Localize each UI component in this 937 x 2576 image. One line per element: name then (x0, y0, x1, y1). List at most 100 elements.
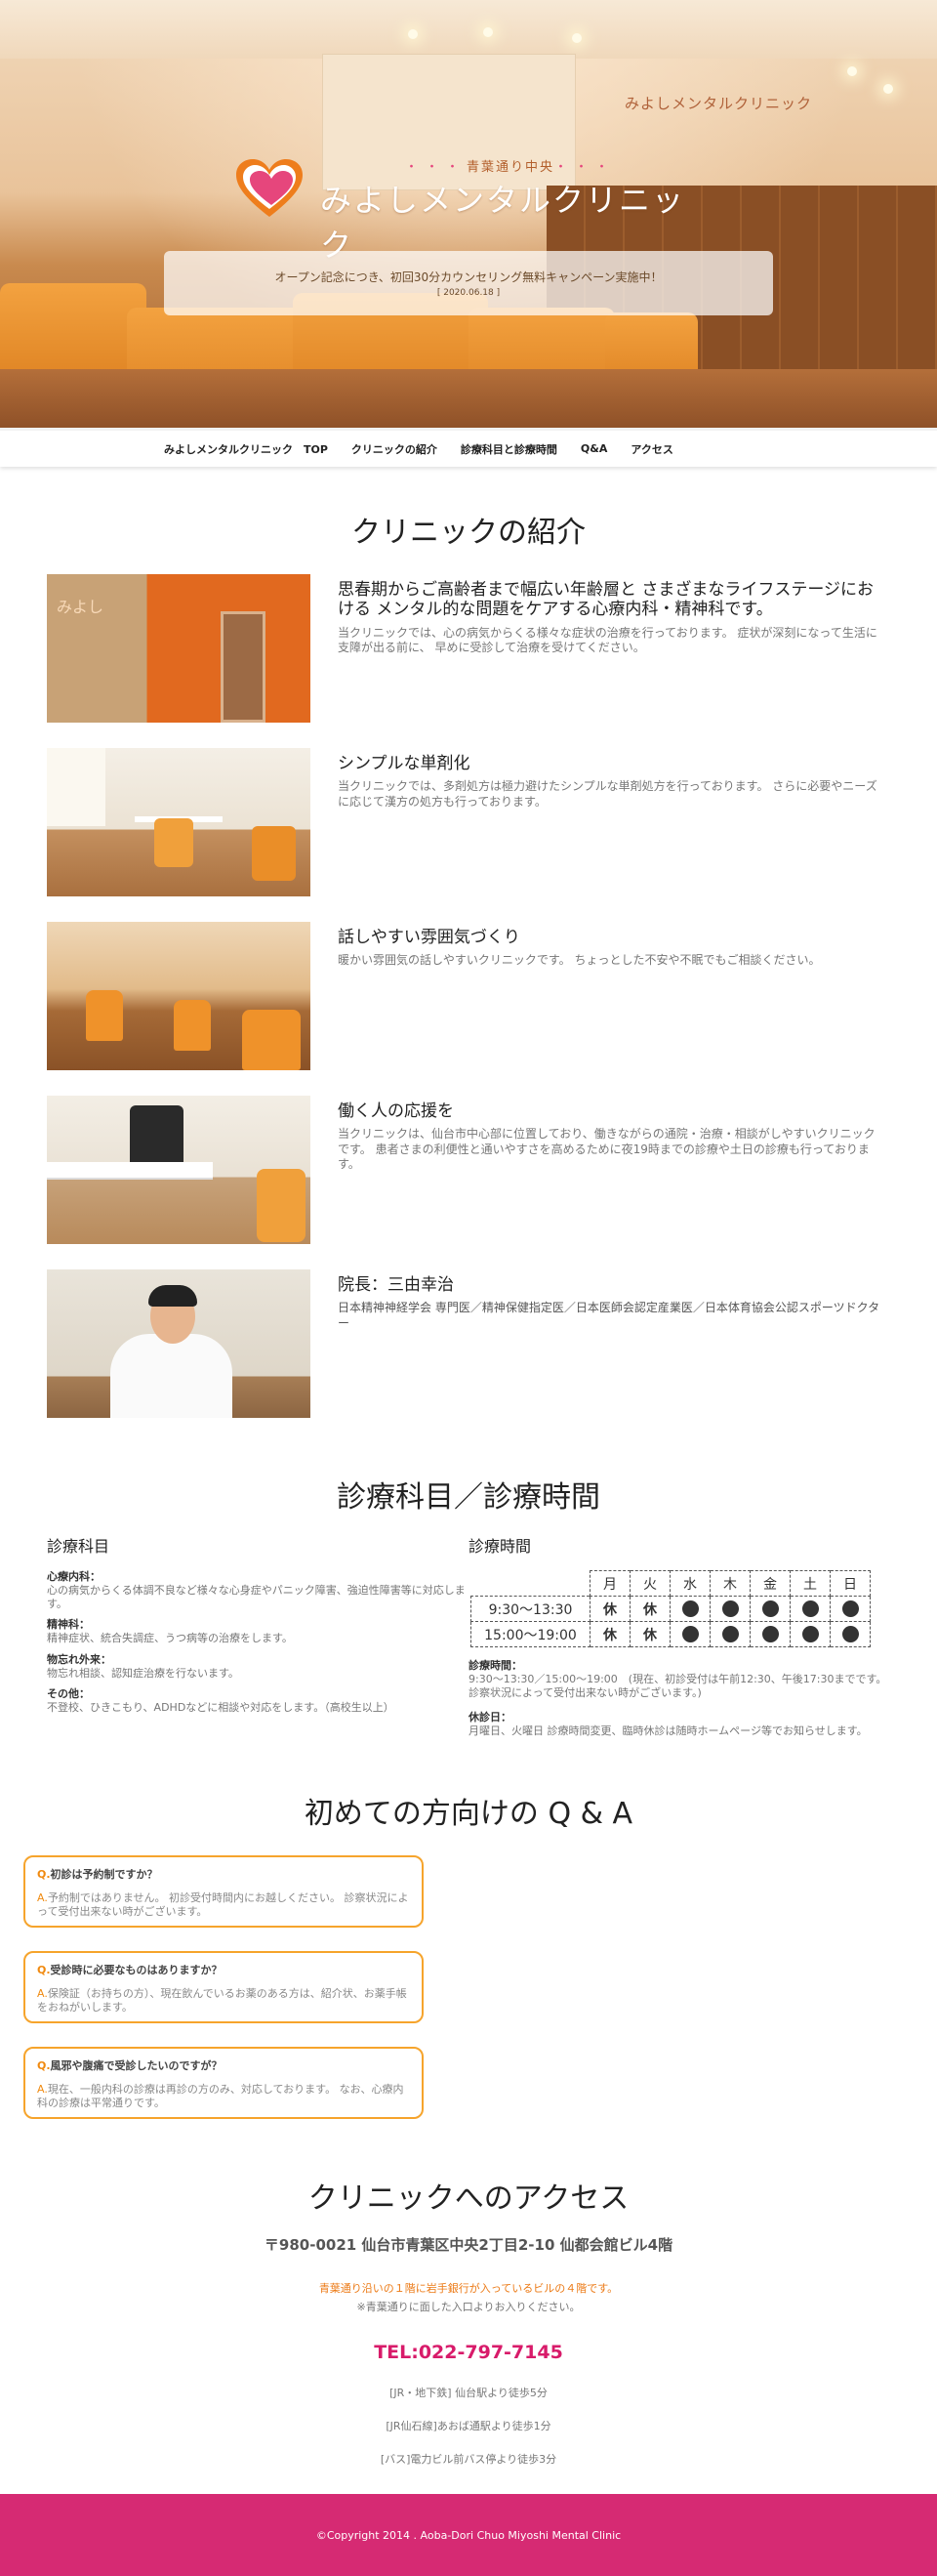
intro-row: 院長：三由幸治 日本精神神経学会 専門医／精神保健指定医／日本医師会認定産業医／… (47, 1269, 937, 1443)
clinic-logo[interactable]: ・・・青葉通り中央・・・ みよしメンタルクリニック (234, 156, 713, 264)
hours-row: 15:00〜19:00 休休 (470, 1621, 871, 1647)
hours-note: 診療時間： 9:30〜13:30／15:00〜19:00 (現在、初診受付は午前1… (468, 1659, 887, 1699)
slot-time: 9:30〜13:30 (470, 1596, 591, 1622)
ceiling-lamp (847, 66, 857, 76)
qa-card: Q.風邪や腹痛で受診したいのですが？ A.現在、一般内科の診療は再診の方のみ、対… (23, 2046, 424, 2119)
reception-photo: みよし (47, 574, 310, 723)
wall-sign: みよしメンタルクリニック (625, 93, 878, 151)
day-header: 火 (630, 1570, 671, 1597)
entrance-note: ※青葉通りに面した入口よりお入りください。 (356, 2300, 581, 2313)
logo-subtitle: ・・・青葉通り中央・・・ (404, 160, 617, 175)
closed-mark: 休 (590, 1621, 631, 1647)
intro-row: 話しやすい雰囲気づくり 暖かい雰囲気の話しやすいクリニックです。 ちょっとした不… (47, 922, 937, 1096)
department-item: その他： 不登校、ひきこもり、ADHDなどに相談や対応をします。（高校生以上） (47, 1687, 394, 1714)
open-dot-icon (681, 1626, 699, 1642)
director-photo (47, 1269, 310, 1418)
director-name: 院長：三由幸治 (338, 1275, 454, 1295)
qa-title: 初めての方向けの Q & A (304, 1796, 633, 1831)
departments-heading: 診療科目 (47, 1537, 110, 1556)
nav-qa[interactable]: Q&A (581, 442, 607, 455)
qa-question: 受診時に必要なものはありますか？ (50, 1963, 223, 1976)
access-section: クリニックへのアクセス 〒980-0021 仙台市青葉区中央2丁目2-10 仙都… (0, 2142, 937, 2467)
open-mark (670, 1596, 711, 1622)
open-dot-icon (721, 1626, 739, 1642)
copyright-text: ©Copyright 2014 . Aoba-Dori Chuo Miyoshi… (315, 2528, 622, 2542)
intro-section: クリニックの紹介 みよし 思春期からご高齢者まで幅広い年齢層と さまざまなライフ… (0, 467, 937, 1443)
qa-question: 風邪や腹痛で受診したいのですが？ (50, 2058, 223, 2072)
ceiling-lamp (483, 27, 493, 37)
intro-row-heading: 思春期からご高齢者まで幅広い年齢層と さまざまなライフステージにおける メンタル… (338, 580, 875, 620)
route-item: [バス]電力ビル前バス停より徒歩3分 (380, 2452, 557, 2466)
open-dot-icon (761, 1626, 779, 1642)
open-dot-icon (841, 1600, 859, 1617)
open-mark (830, 1621, 871, 1647)
campaign-notice-text: オープン記念につき、初回30分カウンセリング無料キャンペーン実施中！ (274, 270, 663, 284)
director-credentials: 日本精神神経学会 専門医／精神保健指定医／日本医師会認定産業医／日本体育協会公認… (338, 1301, 880, 1330)
hours-header-row: 月 火 水 木 金 土 日 (471, 1570, 871, 1597)
closed-mark: 休 (630, 1621, 671, 1647)
heart-logo-icon (236, 159, 303, 217)
intro-title: クリニックの紹介 (351, 516, 586, 550)
department-item: 精神科： 精神症状、統合失調症、うつ病等の治療をします。 (47, 1618, 293, 1644)
schedule-title: 診療科目／診療時間 (337, 1480, 600, 1515)
day-header: 木 (710, 1570, 751, 1597)
building-note: 青葉通り沿いの１階に岩手銀行が入っているビルの４階です。 (318, 2281, 619, 2295)
intro-row: みよし 思春期からご高齢者まで幅広い年齢層と さまざまなライフステージにおける … (47, 574, 937, 748)
nav-intro[interactable]: クリニックの紹介 (351, 441, 437, 457)
campaign-notice-date: [ 2020.06.18 ] (436, 288, 501, 298)
intro-row-body: 当クリニックは、仙台市中心部に位置しており、働きながらの通院・治療・相談がしやす… (338, 1127, 876, 1172)
campaign-notice: オープン記念につき、初回30分カウンセリング無料キャンペーン実施中！ [ 202… (164, 251, 773, 315)
office-desk-photo (47, 1096, 310, 1244)
open-mark (750, 1621, 791, 1647)
day-header: 金 (750, 1570, 791, 1597)
intro-row-body: 暖かい雰囲気の話しやすいクリニックです。 ちょっとした不安や不眠でもご相談くださ… (338, 953, 821, 968)
open-mark (830, 1596, 871, 1622)
qa-answer: 現在、一般内科の診療は再診の方のみ、対応しております。 なお、心療内科の診療は平… (37, 2082, 404, 2110)
access-title: クリニックへのアクセス (307, 2181, 630, 2216)
open-mark (710, 1621, 751, 1647)
department-item: 心療内科： 心の病気からくる体調不良など様々な心身症やパニック障害、強迫性障害等に… (47, 1570, 466, 1610)
hours-row: 9:30〜13:30 休休 (470, 1596, 871, 1622)
open-mark (750, 1596, 791, 1622)
hours-column: 診療時間 月 火 水 木 金 土 日 9:30〜13:30 休休 15:00〜1… (468, 1533, 890, 1738)
closed-mark: 休 (590, 1596, 631, 1622)
waiting-area-photo (47, 922, 310, 1070)
footer: ©Copyright 2014 . Aoba-Dori Chuo Miyoshi… (0, 2493, 937, 2576)
nav-schedule[interactable]: 診療科目と診療時間 (461, 441, 557, 457)
department-item: 物忘れ外来： 物忘れ相談、認知症治療を行ないます。 (47, 1652, 239, 1680)
departments-column: 診療科目 心療内科： 心の病気からくる体調不良など様々な心身症やパニック障害、強迫… (47, 1533, 468, 1738)
intro-row-body: 当クリニックでは、多剤処方は極力避けたシンプルな単剤処方を行っております。 さら… (338, 779, 877, 809)
slot-time: 15:00〜19:00 (470, 1621, 591, 1647)
day-header: 日 (830, 1570, 871, 1597)
phone-number[interactable]: TEL:022-797-7145 (0, 2342, 937, 2363)
hero-floor (0, 369, 937, 428)
qa-card: Q.受診時に必要なものはありますか？ A.保険証（お持ちの方）、現在飲んでいるお… (23, 1950, 424, 2023)
intro-row: 働く人の応援を 当クリニックは、仙台市中心部に位置しており、働きながらの通院・治… (47, 1096, 937, 1269)
route-item: [JR仙石線]あおば通駅より徒歩1分 (386, 2419, 551, 2432)
ceiling-lamp (883, 84, 893, 94)
open-dot-icon (801, 1626, 819, 1642)
route-item: [JR・地下鉄] 仙台駅より徒歩5分 (389, 2386, 548, 2399)
hero-ceiling (0, 0, 937, 59)
open-mark (670, 1621, 711, 1647)
wall-sign-text: みよしメンタルクリニック (625, 95, 813, 112)
schedule-section: 診療科目／診療時間 診療科目 心療内科： 心の病気からくる体調不良など様々な心身症… (0, 1443, 937, 1738)
qa-answer: 保険証（お持ちの方）、現在飲んでいるお薬のある方は、紹介状、お薬手帳をおねがいし… (37, 1986, 407, 2015)
nav-top[interactable]: みよしメンタルクリニック TOP (164, 441, 328, 457)
hero-banner: みよしメンタルクリニック ・・・青葉通り中央・・・ みよしメンタルクリニック オ… (0, 0, 937, 428)
intro-row-heading: 働く人の応援を (338, 1101, 454, 1121)
open-dot-icon (801, 1600, 819, 1617)
ceiling-lamp (572, 33, 582, 43)
day-header: 土 (790, 1570, 831, 1597)
clinic-address: 〒980-0021 仙台市青葉区中央2丁目2-10 仙都会館ビル4階 (264, 2235, 673, 2254)
nav-access[interactable]: アクセス (631, 441, 672, 457)
open-dot-icon (841, 1626, 859, 1642)
intro-row-heading: 話しやすい雰囲気づくり (338, 928, 520, 947)
hours-table: 月 火 水 木 金 土 日 9:30〜13:30 休休 15:00〜19:00 … (470, 1570, 871, 1647)
intro-row-body: 当クリニックでは、心の病気からくる様々な症状の治療を行っております。 症状が深刻… (338, 625, 877, 655)
open-mark (790, 1621, 831, 1647)
open-mark (790, 1596, 831, 1622)
qa-section: 初めての方向けの Q & A Q.初診は予約制ですか？ A.予約制ではありません… (0, 1738, 937, 2142)
intro-row-heading: シンプルな単剤化 (338, 754, 470, 773)
logo-subtitle-text: 青葉通り中央 (466, 160, 554, 175)
